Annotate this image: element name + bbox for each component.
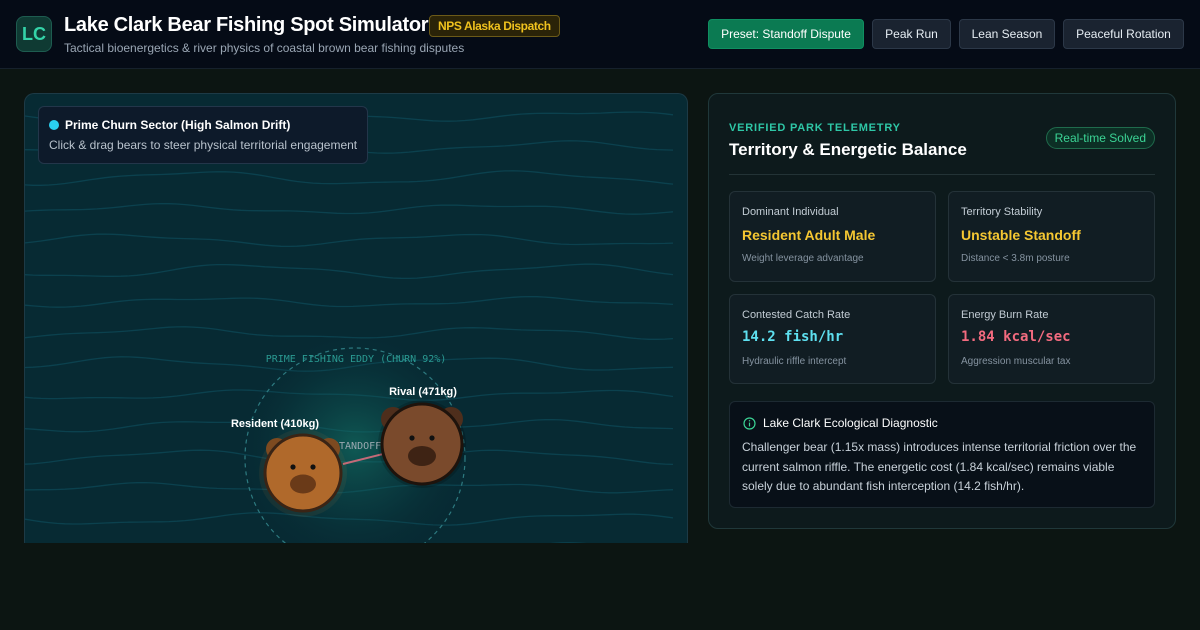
diagnostic-body: Challenger bear (1.15x mass) introduces … <box>742 440 1137 493</box>
sector-title: Prime Churn Sector (High Salmon Drift) <box>65 118 291 132</box>
dispatch-badge: NPS Alaska Dispatch <box>429 15 560 37</box>
stat-card-territory-stability: Territory Stability Unstable Standoff Di… <box>948 191 1155 282</box>
river-current-line <box>25 170 674 186</box>
sector-tooltip: Prime Churn Sector (High Salmon Drift) C… <box>38 106 368 164</box>
preset-standoff-dispute-button[interactable]: Preset: Standoff Dispute <box>708 19 864 49</box>
status-badge: Real-time Solved <box>1045 127 1155 149</box>
stat-label: Dominant Individual <box>742 206 839 218</box>
resident-bear[interactable] <box>259 429 347 517</box>
stat-note: Hydraulic riffle intercept <box>742 356 847 367</box>
rival-bear-label: Rival (471kg) <box>389 386 457 398</box>
bear-right-eye <box>310 464 316 470</box>
stat-label: Energy Burn Rate <box>961 309 1049 321</box>
ecological-diagnostic-card: Lake Clark Ecological Diagnostic Challen… <box>729 401 1155 508</box>
river-current-line <box>25 202 674 215</box>
stat-card-energy-burn-rate: Energy Burn Rate 1.84 kcal/sec Aggressio… <box>948 294 1155 384</box>
divider <box>729 174 1155 175</box>
preset-lean-season-button[interactable]: Lean Season <box>959 19 1055 49</box>
bear-snout <box>290 474 316 494</box>
bear-right-eye <box>429 435 435 441</box>
stat-value: 1.84 kcal/sec <box>961 329 1071 345</box>
stat-note: Weight leverage advantage <box>742 253 864 264</box>
telemetry-panel: VERIFIED PARK TELEMETRY Territory & Ener… <box>708 93 1176 529</box>
preset-peak-run-button[interactable]: Peak Run <box>872 19 951 49</box>
rival-bear[interactable] <box>378 400 466 488</box>
telemetry-title: Territory & Energetic Balance <box>729 140 967 159</box>
info-circle-icon <box>743 417 756 430</box>
resident-bear-label: Resident (410kg) <box>231 418 319 430</box>
stat-label: Contested Catch Rate <box>742 309 851 321</box>
stat-label: Territory Stability <box>961 206 1043 218</box>
river-simulation-canvas[interactable]: PRIME FISHING EDDY (CHURN 92%) STANDOFF … <box>24 93 688 543</box>
stat-card-dominant-individual: Dominant Individual Resident Adult Male … <box>729 191 936 282</box>
telemetry-kicker: VERIFIED PARK TELEMETRY <box>729 122 901 134</box>
bear-snout <box>408 446 436 466</box>
bear-head <box>380 402 464 486</box>
bear-left-eye <box>409 435 415 441</box>
stat-value: Unstable Standoff <box>961 227 1081 243</box>
stat-value: Resident Adult Male <box>742 227 876 243</box>
bear-left-eye <box>290 464 296 470</box>
stat-note: Distance < 3.8m posture <box>961 253 1070 264</box>
app-subtitle: Tactical bioenergetics & river physics o… <box>64 41 465 55</box>
river-current-line <box>25 233 674 248</box>
app-logo: LC <box>16 16 52 52</box>
stat-value: 14.2 fish/hr <box>742 329 844 345</box>
river-current-line <box>25 263 674 280</box>
river-current-line <box>25 295 674 308</box>
bear-head <box>263 433 343 513</box>
sector-hint: Click & drag bears to steer physical ter… <box>49 138 358 152</box>
stat-card-contested-catch-rate: Contested Catch Rate 14.2 fish/hr Hydrau… <box>729 294 936 384</box>
eddy-label: PRIME FISHING EDDY (CHURN 92%) <box>266 354 447 365</box>
app-title: Lake Clark Bear Fishing Spot Simulator <box>64 14 429 36</box>
stat-note: Aggression muscular tax <box>961 356 1071 367</box>
sector-indicator-dot <box>49 120 59 130</box>
preset-peaceful-rotation-button[interactable]: Peaceful Rotation <box>1063 19 1184 49</box>
diagnostic-title: Lake Clark Ecological Diagnostic <box>763 416 938 430</box>
app-header: LC Lake Clark Bear Fishing Spot Simulato… <box>0 0 1200 69</box>
